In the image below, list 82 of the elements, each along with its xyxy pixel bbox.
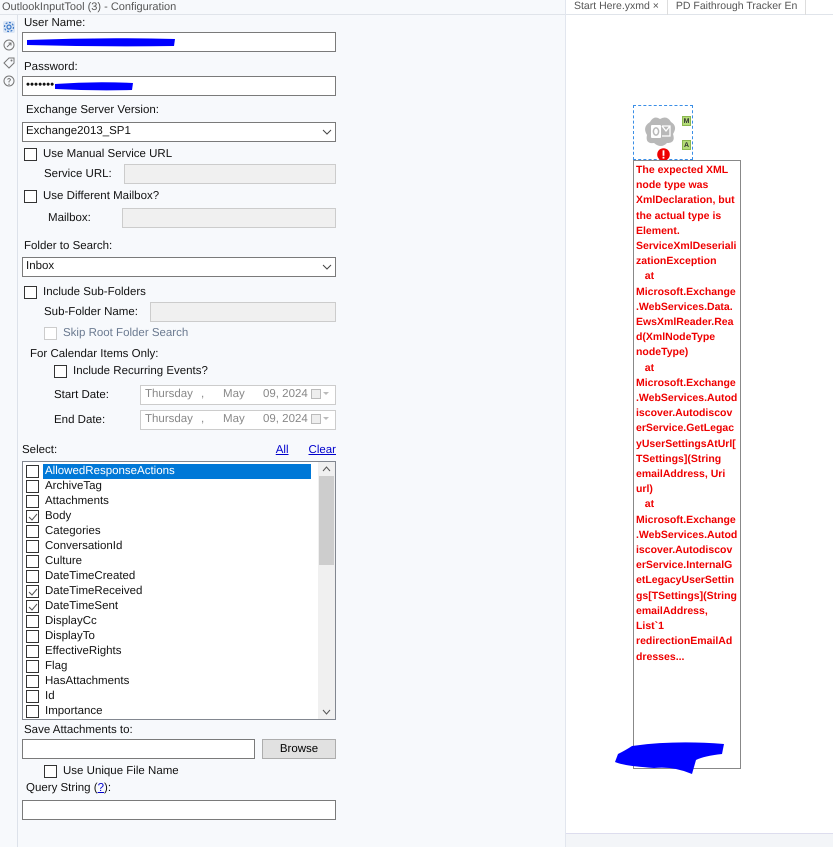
checkbox[interactable] <box>24 286 37 299</box>
list-item[interactable]: DateTimeSent <box>43 599 120 614</box>
list-item[interactable]: HasAttachments <box>43 674 132 690</box>
checkbox[interactable] <box>26 525 39 538</box>
list-item[interactable]: Flag <box>43 659 70 674</box>
checkbox[interactable] <box>26 465 39 478</box>
list-item[interactable]: Id <box>43 689 57 704</box>
checkbox-label: Use Unique File Name <box>63 765 179 778</box>
checkbox[interactable] <box>24 190 37 203</box>
checkbox[interactable] <box>44 765 57 778</box>
field-label: Sub-Folder Name: <box>44 306 138 318</box>
checkbox[interactable] <box>26 480 39 494</box>
list-item[interactable]: Attachments <box>43 494 111 510</box>
checkbox[interactable] <box>26 600 39 614</box>
checkbox[interactable] <box>26 615 39 628</box>
list-item[interactable]: Culture <box>43 554 84 570</box>
checkbox[interactable] <box>54 365 67 378</box>
checkbox[interactable] <box>26 630 39 644</box>
field-label: Mailbox: <box>48 212 92 224</box>
checkbox[interactable] <box>26 690 39 704</box>
field-label: Start Date: <box>54 388 110 402</box>
checkbox[interactable] <box>24 148 37 161</box>
list-item[interactable]: Body <box>43 509 74 524</box>
dropdown[interactable]: Inbox <box>22 257 336 277</box>
dropdown[interactable]: Exchange2013_SP1 <box>22 122 336 142</box>
checkbox-label: Use Manual Service URL <box>43 148 172 161</box>
clear-link[interactable]: Clear <box>308 442 336 460</box>
field-label: Query String ( <box>26 782 98 794</box>
text-field[interactable] <box>22 739 255 760</box>
section-heading: For Calendar Items Only: <box>30 348 160 361</box>
list-item[interactable]: DateTimeReceived <box>43 584 144 600</box>
field-label: Save Attachments to: <box>24 724 134 738</box>
checkbox[interactable] <box>26 540 39 554</box>
checkbox-label: Skip Root Folder Search <box>63 327 188 340</box>
link-icon[interactable] <box>2 39 14 51</box>
browse-button[interactable]: Browse <box>262 739 336 760</box>
field-label: ): <box>104 782 112 794</box>
list-item[interactable]: DisplayCc <box>43 614 99 630</box>
checkbox[interactable] <box>26 495 39 508</box>
scroll-up-icon <box>322 466 331 472</box>
field-label: Exchange Server Version: <box>26 104 160 117</box>
checkbox[interactable] <box>26 510 39 524</box>
text-field[interactable] <box>22 32 336 52</box>
help-link[interactable]: ? <box>98 782 104 794</box>
select-all-link[interactable]: All <box>276 442 289 460</box>
list-item[interactable]: DisplayTo <box>43 629 97 644</box>
field-label: Folder to Search: <box>24 240 114 253</box>
checkbox-label: Include Sub-Folders <box>43 286 146 299</box>
checkbox-label: Include Recurring Events? <box>73 365 208 378</box>
field-label: Password: <box>24 61 79 74</box>
workflow-tab[interactable]: Start Here.yxmd × <box>566 0 668 15</box>
checkbox[interactable] <box>26 660 39 674</box>
scroll-down-icon <box>322 709 331 716</box>
checkbox[interactable] <box>26 675 39 688</box>
checkbox-label: Use Different Mailbox? <box>43 190 160 203</box>
field-label: Select: <box>22 444 58 458</box>
help-icon[interactable] <box>2 75 14 87</box>
error-message: The expected XML node type was XmlDeclaration, but the actual type is Element. ServiceXmlDeserializationException at Microsoft.Exchange.WebServices.Data.EwsXmlReader.Read(XmlNodeType nodeType) at Microsoft.Exchange.WebServices.Autodiscover.AutodiscoverService.GetLegacyUserSettingsAtUrl[TSettings](String emailAddress, Uri url) at Microsoft.Exchange.WebServices.Autodiscover.AutodiscoverService.InternalGetLegacyUserSettings[TSettings](String emailAddress, List`1 redirectionEmailAddresses... <box>636 163 738 664</box>
list-item[interactable]: AllowedResponseActions <box>43 464 311 480</box>
caret-icon <box>322 264 332 270</box>
list-item[interactable]: ArchiveTag <box>43 479 104 494</box>
tag-icon[interactable] <box>2 57 14 69</box>
field-label: User Name: <box>24 17 86 30</box>
checkbox[interactable] <box>26 585 39 598</box>
list-item[interactable]: ConversationId <box>43 539 124 554</box>
field-label: Service URL: <box>44 168 112 180</box>
list-item[interactable]: Importance <box>43 704 105 720</box>
checkbox[interactable] <box>26 645 39 658</box>
caret-icon <box>322 129 332 135</box>
field-label: End Date: <box>54 414 106 426</box>
list-item[interactable]: Categories <box>43 524 103 540</box>
checkbox[interactable] <box>26 570 39 584</box>
scrollbar-thumb[interactable] <box>319 476 334 566</box>
panel-title: OutlookInputTool (3) - Configuration <box>1 0 176 15</box>
text-field[interactable] <box>22 800 336 820</box>
checkbox[interactable] <box>26 555 39 568</box>
settings-icon[interactable] <box>2 21 14 33</box>
workflow-tab[interactable]: PD Faithrough Tracker En <box>668 0 806 15</box>
checkbox[interactable] <box>26 705 39 718</box>
list-item[interactable]: DateTimeCreated <box>43 569 138 584</box>
list-item[interactable]: EffectiveRights <box>43 644 124 660</box>
password-field[interactable]: ••••••• <box>22 76 336 96</box>
